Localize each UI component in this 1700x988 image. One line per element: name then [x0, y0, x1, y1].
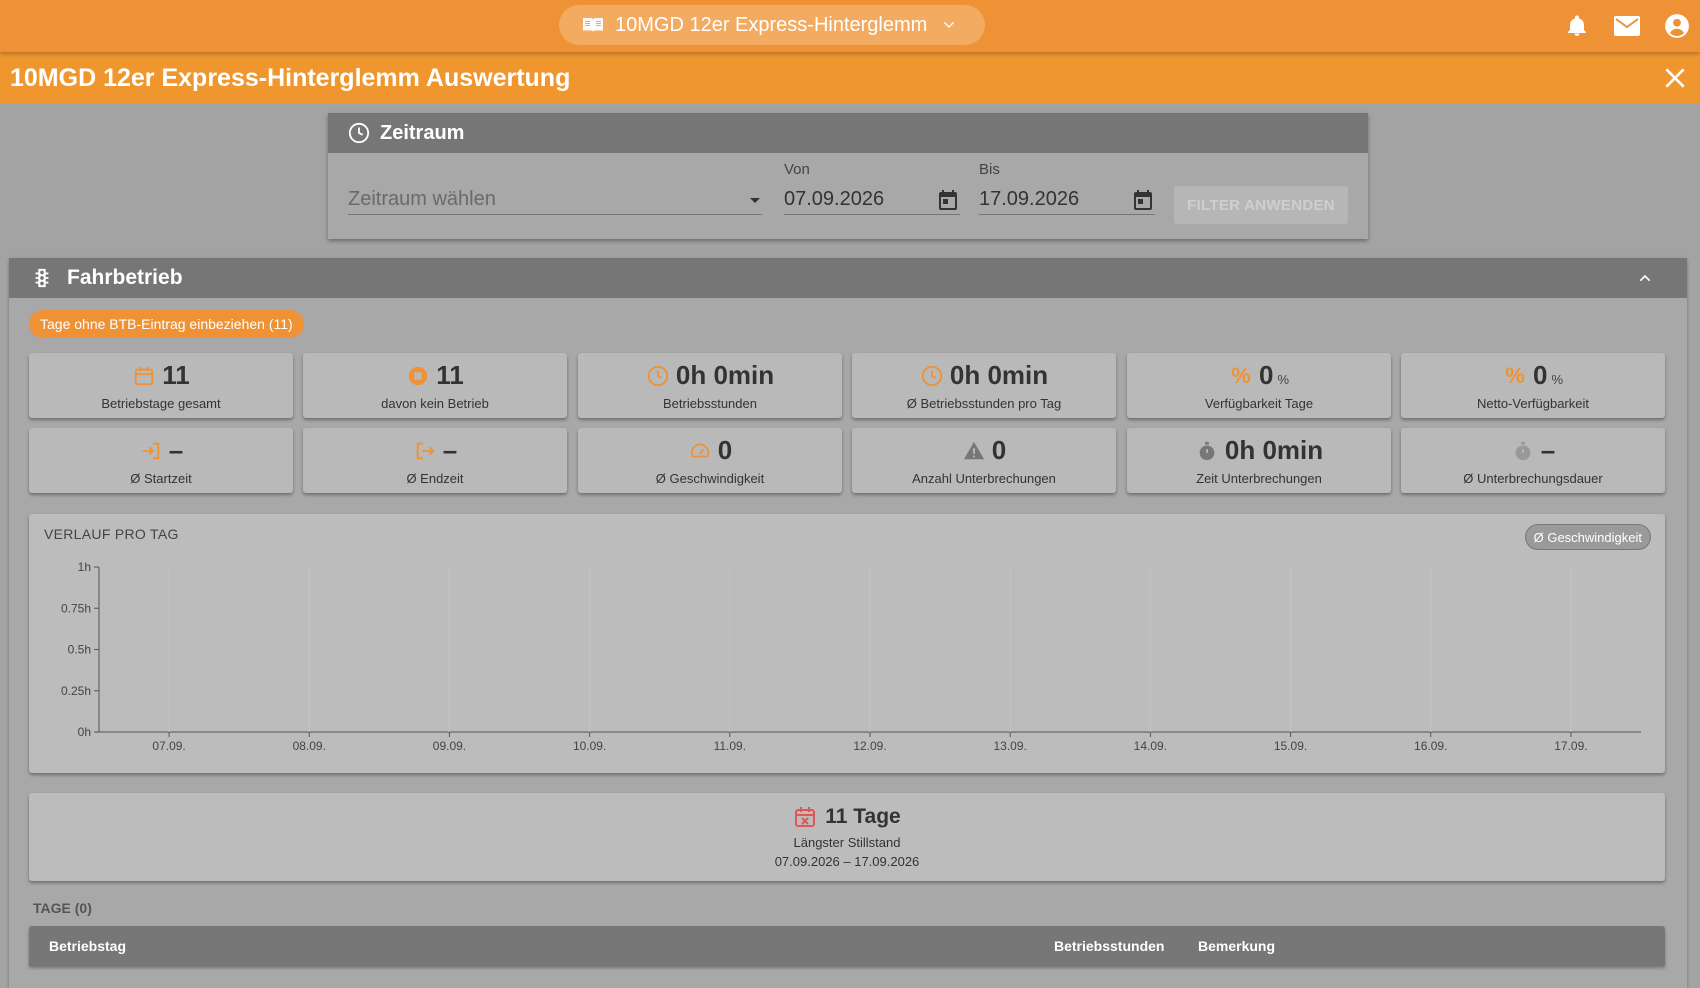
account-icon[interactable] [1664, 13, 1690, 39]
von-label: Von [784, 161, 810, 178]
clock-icon [920, 364, 944, 388]
x-tick-label: 10.09. [573, 739, 606, 753]
calendar-icon[interactable] [1131, 188, 1155, 212]
close-icon[interactable] [1662, 65, 1688, 91]
calendar-icon [132, 364, 156, 388]
verlauf-chart-card: VERLAUF PRO TAG Ø Geschwindigkeit 0h 0.25… [29, 514, 1665, 773]
zeitraum-select[interactable]: Zeitraum wählen [348, 161, 762, 215]
stat-card: 0 Ø Geschwindigkeit [578, 428, 842, 493]
stop-circle-icon [406, 364, 430, 388]
project-selector[interactable]: 10MGD 12er Express-Hinterglemm [559, 5, 985, 45]
chevron-up-icon[interactable] [1637, 270, 1653, 286]
y-tick-label: 0h [78, 725, 91, 739]
zeitraum-title: Zeitraum [380, 121, 465, 144]
calendar-remove-icon [795, 807, 816, 827]
speedometer-icon [688, 439, 712, 463]
stillstand-label: Längster Stillstand [793, 835, 901, 850]
percent-icon: % [1505, 363, 1525, 388]
x-tick-label: 17.09. [1554, 739, 1587, 753]
stat-card: – Ø Endzeit [303, 428, 567, 493]
stat-card: – Ø Unterbrechungsdauer [1401, 428, 1665, 493]
x-tick-label: 13.09. [993, 739, 1026, 753]
x-tick-label: 09.09. [433, 739, 466, 753]
filter-apply-button[interactable]: FILTER ANWENDEN [1174, 186, 1348, 224]
caret-down-icon [750, 197, 760, 203]
bis-label: Bis [979, 161, 1000, 178]
fahrbetrieb-panel: Fahrbetrieb Tage ohne BTB-Eintrag einbez… [9, 258, 1687, 988]
top-app-bar: 10MGD 12er Express-Hinterglemm [0, 0, 1700, 52]
clock-icon [646, 364, 670, 388]
mail-icon[interactable] [1614, 13, 1640, 39]
x-tick-label: 16.09. [1414, 739, 1447, 753]
x-tick-label: 08.09. [293, 739, 326, 753]
percent-icon: % [1231, 363, 1251, 388]
warning-icon [962, 439, 986, 463]
chevron-down-icon [944, 21, 955, 28]
x-tick-label: 07.09. [152, 739, 185, 753]
stat-card: 11 Betriebstage gesamt [29, 353, 293, 418]
fahrbetrieb-header[interactable]: Fahrbetrieb [9, 258, 1687, 298]
page-titlebar: 10MGD 12er Express-Hinterglemm Auswertun… [0, 52, 1700, 104]
x-tick-label: 11.09. [714, 739, 746, 753]
stopwatch-icon [1195, 439, 1219, 463]
book-icon [583, 18, 603, 32]
stillstand-range: 07.09.2026 – 17.09.2026 [774, 854, 920, 869]
bis-value: 17.09.2026 [979, 188, 1080, 210]
x-tick-label: 12.09. [853, 739, 886, 753]
x-tick-label: 15.09. [1274, 739, 1307, 753]
project-name: 10MGD 12er Express-Hinterglemm [615, 13, 928, 36]
y-tick-label: 0.5h [68, 643, 91, 657]
x-tick-label: 14.09. [1134, 739, 1167, 753]
von-date-field[interactable]: Von 07.09.2026 [784, 161, 960, 215]
stat-card: 11 davon kein Betrieb [303, 353, 567, 418]
stopwatch-icon [1511, 439, 1535, 463]
tage-label: TAGE (0) [33, 900, 92, 916]
column-bemerkung[interactable]: Bemerkung [1198, 938, 1275, 954]
y-tick-label: 0.75h [61, 601, 91, 615]
stat-card: – Ø Startzeit [29, 428, 293, 493]
fahrbetrieb-title: Fahrbetrieb [67, 266, 183, 289]
stat-card: 0 Anzahl Unterbrechungen [852, 428, 1116, 493]
column-betriebsstunden[interactable]: Betriebsstunden [1054, 938, 1164, 954]
page-title: 10MGD 12er Express-Hinterglemm Auswertun… [10, 63, 571, 92]
login-icon [139, 439, 163, 463]
tage-table-header: Betriebstag Betriebsstunden Bemerkung [29, 926, 1665, 966]
include-days-chip[interactable]: Tage ohne BTB-Eintrag einbeziehen (11) [29, 310, 304, 338]
column-betriebstag[interactable]: Betriebstag [49, 938, 126, 954]
y-tick-label: 1h [78, 560, 91, 574]
zeitraum-card: Zeitraum Zeitraum wählen Von 07.09.2026 … [328, 113, 1368, 239]
zeitraum-select-placeholder: Zeitraum wählen [348, 188, 496, 210]
von-value: 07.09.2026 [784, 188, 885, 210]
stillstand-value: 11 Tage [825, 805, 901, 828]
bell-icon[interactable] [1564, 13, 1590, 39]
bis-date-field[interactable]: Bis 17.09.2026 [979, 161, 1155, 215]
stillstand-card: 11 Tage Längster Stillstand 07.09.2026 –… [29, 793, 1665, 881]
calendar-icon[interactable] [936, 188, 960, 212]
stat-card: 0h 0min Zeit Unterbrechungen [1127, 428, 1391, 493]
zeitraum-header: Zeitraum [328, 113, 1368, 153]
stat-card: 0h 0min Betriebsstunden [578, 353, 842, 418]
y-tick-label: 0.25h [61, 684, 91, 698]
logout-icon [413, 439, 437, 463]
stat-card: 0h 0min Ø Betriebsstunden pro Tag [852, 353, 1116, 418]
stat-card: % 0% Verfügbarkeit Tage [1127, 353, 1391, 418]
verlauf-chart: 0h 0.25h 0.5h 0.75h 1h 07.09. 08.09. 09.09. 10.0… [61, 560, 1641, 753]
traffic-light-icon [35, 268, 49, 288]
clock-icon [348, 122, 370, 144]
stat-card: % 0% Netto-Verfügbarkeit [1401, 353, 1665, 418]
